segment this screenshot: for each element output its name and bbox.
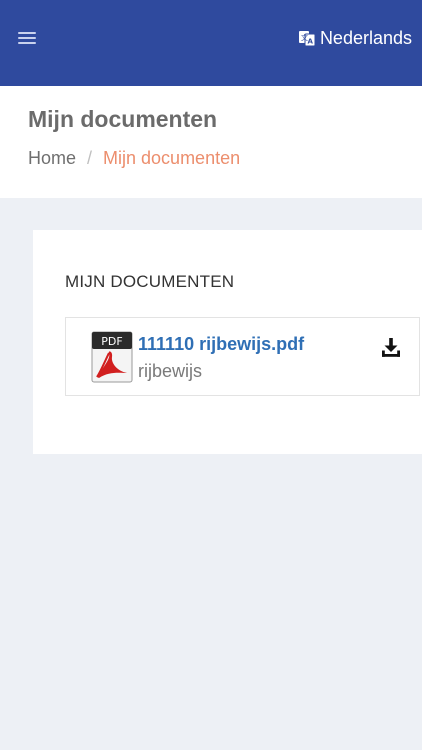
svg-text:A: A	[307, 38, 313, 46]
breadcrumb-current: Mijn documenten	[103, 148, 241, 168]
download-icon[interactable]	[380, 336, 402, 358]
translate-icon: 文 A	[298, 31, 316, 47]
document-file-name-link[interactable]: 111110 rijbewijs.pdf	[138, 334, 304, 355]
document-description: rijbewijs	[138, 361, 203, 381]
breadcrumb: Home / Mijn documenten	[28, 148, 240, 169]
page-title: Mijn documenten	[28, 106, 218, 132]
top-app-bar: 文 A Nederlands	[0, 0, 422, 86]
hamburger-menu-icon[interactable]	[18, 30, 38, 46]
svg-text:PDF: PDF	[101, 335, 122, 348]
documents-card: MIJN DOCUMENTEN PDF 111110 rijbewijs.pdf…	[33, 230, 422, 454]
card-title: MIJN DOCUMENTEN	[65, 272, 235, 291]
language-selector[interactable]: 文 A Nederlands	[298, 26, 412, 50]
breadcrumb-separator: /	[87, 148, 93, 168]
breadcrumb-home-link[interactable]: Home	[28, 148, 76, 169]
page-header: Mijn documenten Home / Mijn documenten	[0, 86, 422, 198]
document-list-item[interactable]: PDF 111110 rijbewijs.pdf rijbewijs	[65, 317, 420, 396]
pdf-file-icon: PDF	[91, 331, 133, 383]
language-label: Nederlands	[319, 27, 412, 48]
